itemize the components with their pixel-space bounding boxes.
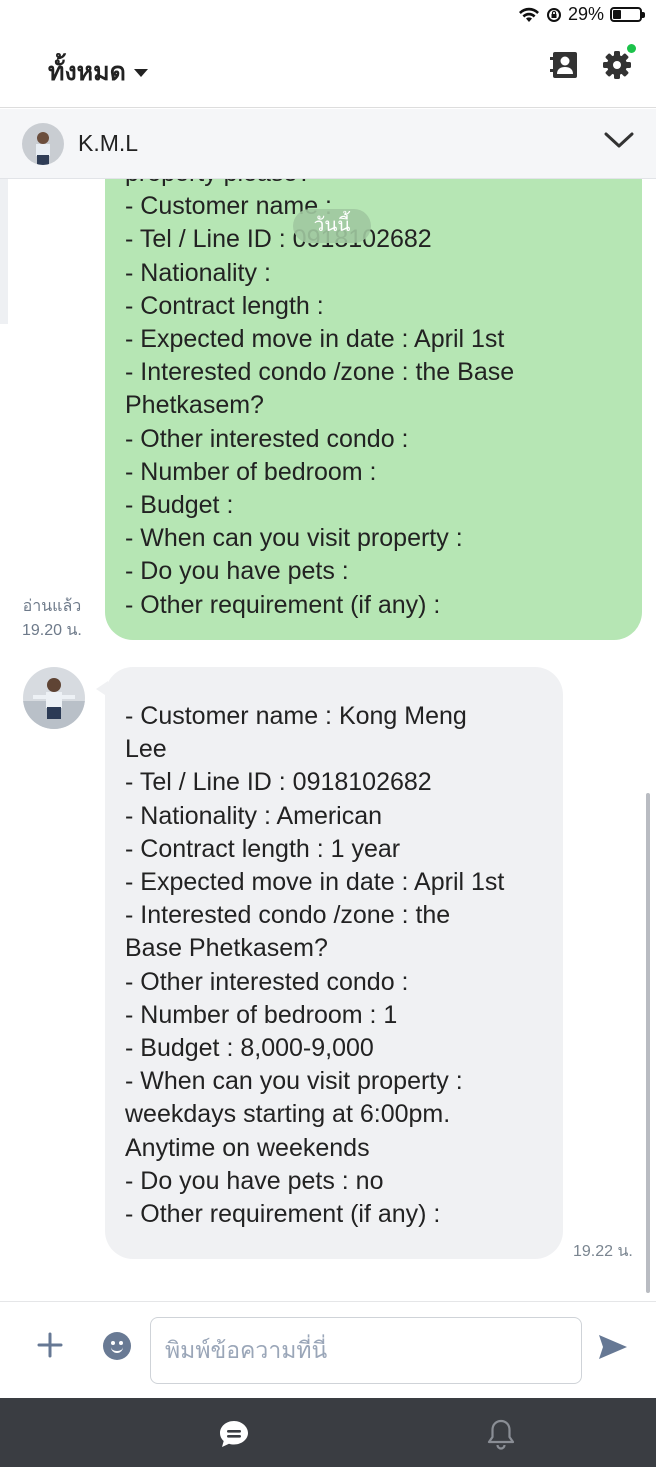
read-label: อ่านแล้ว — [22, 598, 82, 615]
incoming-message[interactable]: - Customer name : Kong Meng Lee - Tel / … — [96, 667, 563, 1259]
person-photo-icon — [22, 123, 64, 165]
message-line: - Other requirement (if any) : — [125, 590, 441, 619]
message-line: - Budget : 8,000-9,000 — [125, 1034, 374, 1063]
message-line: - Contract length : 1 year — [125, 834, 401, 863]
send-icon — [599, 1335, 627, 1359]
status-bar: 29% — [0, 0, 656, 30]
chat-filter-dropdown[interactable]: ทั้งหมด — [48, 52, 148, 92]
message-line: Base Phetkasem? — [125, 934, 328, 963]
rotation-lock-icon — [546, 7, 561, 22]
contact-book-icon — [550, 52, 577, 78]
date-divider: วันนี้ — [293, 209, 371, 243]
battery-percent: 29% — [567, 4, 604, 24]
message-line: - Other interested condo : — [125, 967, 409, 996]
contacts-button[interactable] — [550, 50, 580, 80]
outgoing-time: 19.20 น. — [22, 622, 82, 639]
chevron-down-icon — [604, 132, 634, 148]
message-line: - Customer name : — [125, 192, 333, 221]
message-line: - Do you have pets : — [125, 557, 349, 586]
message-line: - Do you have pets : no — [125, 1166, 384, 1195]
wifi-icon — [518, 7, 539, 22]
message-composer — [0, 1301, 656, 1398]
message-line: - Contract length : — [125, 291, 324, 320]
chat-bubble-icon — [220, 1421, 248, 1447]
chat-header: K.M.L — [0, 109, 656, 179]
message-line: - Budget : — [125, 491, 234, 520]
gear-icon — [603, 51, 631, 79]
nav-notifications-tab[interactable] — [486, 1418, 516, 1455]
message-line: - When can you visit property : — [125, 524, 463, 553]
contact-name: K.M.L — [78, 130, 139, 156]
incoming-time: 19.22 น. — [573, 1243, 633, 1260]
message-line: property please? — [125, 179, 622, 190]
battery-icon — [610, 7, 645, 22]
message-line: - When can you visit property : — [125, 1067, 463, 1096]
add-attachment-button[interactable] — [37, 1332, 63, 1363]
message-line: - Nationality : American — [125, 801, 383, 830]
scrollbar-thumb[interactable] — [646, 793, 650, 1293]
message-line: Anytime on weekends — [125, 1133, 370, 1162]
message-line: - Expected move in date : April 1st — [125, 325, 505, 354]
plus-icon — [37, 1332, 63, 1358]
send-button[interactable] — [598, 1334, 628, 1365]
chat-filter-label: ทั้งหมด — [48, 58, 126, 86]
top-header: ทั้งหมด — [0, 30, 656, 108]
message-input-box[interactable] — [150, 1317, 582, 1384]
caret-down-icon — [133, 69, 148, 77]
message-line: - Nationality : — [125, 258, 271, 287]
chat-messages[interactable]: property please? - Customer name : - Tel… — [0, 179, 656, 1301]
message-line: Phetkasem? — [125, 391, 264, 420]
message-line: - Number of bedroom : — [125, 457, 377, 486]
nav-chats-tab[interactable] — [218, 1419, 250, 1454]
emoji-mouth — [111, 1345, 123, 1353]
status-indicators: 29% — [518, 4, 645, 25]
message-line: - Expected move in date : April 1st — [125, 868, 505, 897]
message-line: - Tel / Line ID : 0918102682 — [125, 768, 432, 797]
person-photo-icon — [23, 667, 85, 729]
sender-avatar[interactable] — [23, 667, 85, 729]
settings-button[interactable] — [602, 44, 636, 80]
message-line: - Number of bedroom : 1 — [125, 1000, 398, 1029]
bottom-navigation — [0, 1398, 656, 1467]
message-line: - Other requirement (if any) : — [125, 1200, 441, 1229]
message-line: weekdays starting at 6:00pm. — [125, 1100, 451, 1129]
outgoing-message[interactable]: property please? - Customer name : - Tel… — [105, 179, 642, 640]
message-line: Lee — [125, 735, 167, 764]
left-edge-strip — [0, 179, 8, 324]
bell-icon — [487, 1419, 515, 1450]
message-input[interactable] — [151, 1318, 581, 1383]
message-line: - Tel / Line ID : 0918102682 — [125, 225, 432, 254]
message-line: - Interested condo /zone : the — [125, 901, 451, 930]
emoji-button[interactable] — [103, 1332, 131, 1360]
message-line — [125, 667, 543, 700]
expand-chat-button[interactable] — [604, 131, 634, 156]
notification-dot — [627, 44, 636, 53]
message-line: - Customer name : Kong Meng — [125, 702, 467, 730]
read-receipt: อ่านแล้ว 19.20 น. — [22, 595, 82, 643]
message-line: - Other interested condo : — [125, 424, 409, 453]
message-line: - Interested condo /zone : the Base — [125, 358, 515, 387]
header-actions — [550, 44, 636, 80]
contact-avatar[interactable] — [22, 123, 64, 165]
